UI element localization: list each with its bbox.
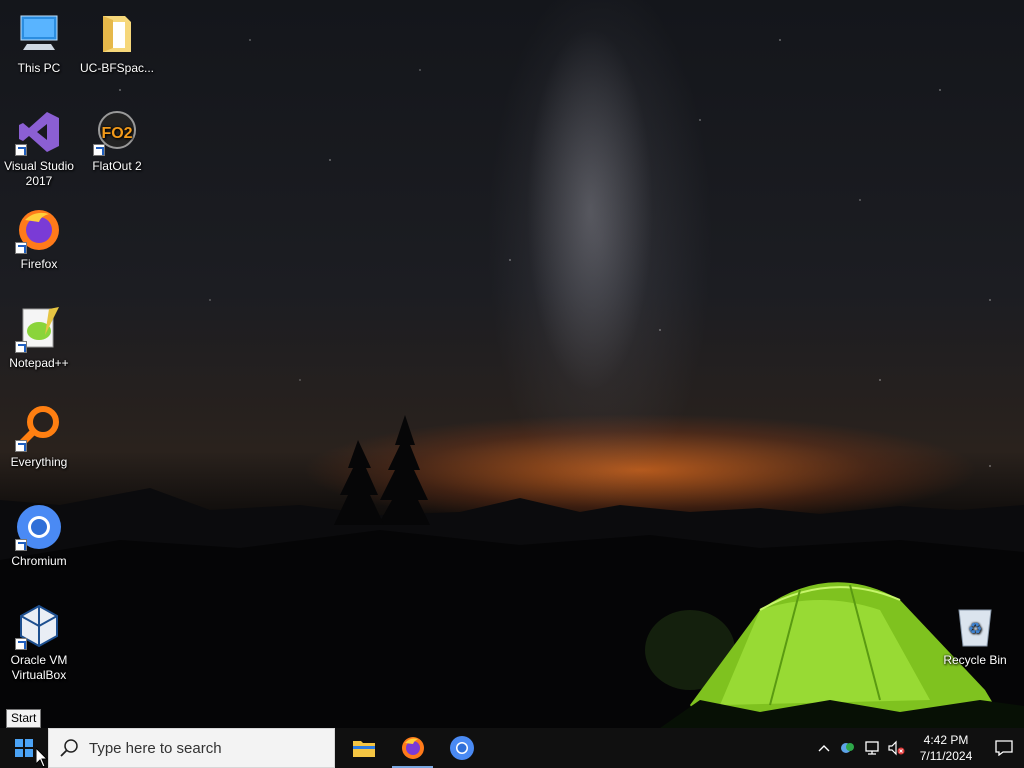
taskbar-chromium[interactable] — [437, 728, 486, 768]
show-hidden-icons-button[interactable] — [812, 728, 836, 768]
start-tooltip: Start — [6, 709, 42, 728]
computer-icon — [15, 10, 63, 58]
taskbar-pinned-apps — [339, 728, 486, 768]
desktop-icon-label: Recycle Bin — [943, 653, 1007, 667]
tray-network[interactable] — [860, 728, 884, 768]
chevron-up-icon — [818, 745, 830, 752]
desktop-icon-virtualbox[interactable]: Oracle VM VirtualBox — [0, 602, 78, 683]
desktop-icon-label: UC-BFSpac... — [79, 61, 154, 75]
mouse-cursor-icon — [36, 748, 48, 768]
desktop-icon-label: Visual Studio 2017 — [4, 159, 74, 188]
everything-search-icon — [15, 404, 63, 452]
volume-muted-icon — [888, 740, 905, 756]
tray-volume[interactable] — [884, 728, 908, 768]
taskbar-firefox[interactable] — [388, 728, 437, 768]
shortcut-arrow-icon — [93, 144, 105, 156]
shortcut-arrow-icon — [15, 638, 27, 650]
search-placeholder: Type here to search — [89, 739, 222, 757]
onedrive-icon — [841, 743, 854, 753]
notepad-plus-plus-icon — [15, 305, 63, 353]
desktop-icon-label: Chromium — [11, 554, 67, 568]
folder-icon — [93, 10, 141, 58]
desktop-icon-firefox[interactable]: Firefox — [0, 206, 78, 272]
firefox-icon — [15, 206, 63, 254]
taskbar-search-box[interactable]: Type here to search — [48, 728, 335, 768]
taskbar-file-explorer[interactable] — [339, 728, 388, 768]
chromium-icon — [449, 736, 474, 760]
firefox-icon — [401, 737, 424, 759]
svg-text:FO2: FO2 — [101, 125, 132, 142]
shortcut-arrow-icon — [15, 440, 27, 452]
desktop-icon-flatout[interactable]: FO2 FlatOut 2 — [78, 108, 156, 174]
shortcut-arrow-icon — [15, 144, 27, 156]
shortcut-arrow-icon — [15, 341, 27, 353]
recycle-bin-icon: ♻ — [951, 602, 999, 650]
desktop-icon-label: Firefox — [20, 257, 58, 271]
tray-onedrive[interactable] — [836, 728, 860, 768]
search-icon — [60, 739, 78, 757]
clock-time: 4:42 PM — [923, 733, 969, 747]
virtualbox-icon — [15, 602, 63, 650]
network-icon — [865, 741, 879, 755]
notification-icon — [995, 740, 1013, 756]
windows-logo-icon — [15, 739, 33, 757]
clock-date: 7/11/2024 — [919, 749, 973, 763]
desktop-icon-recycle-bin[interactable]: ♻ Recycle Bin — [936, 602, 1014, 668]
system-tray: 4:42 PM 7/11/2024 — [812, 728, 1024, 768]
visual-studio-icon — [15, 108, 63, 156]
desktop-icon-label: FlatOut 2 — [92, 159, 142, 173]
chromium-icon — [15, 503, 63, 551]
taskbar-clock[interactable]: 4:42 PM 7/11/2024 — [908, 732, 984, 764]
desktop-icon-this-pc[interactable]: This PC — [0, 10, 78, 76]
taskbar: Type here to search 4:42 PM 7/11/2024 — [0, 728, 1024, 768]
desktop-icon-label: Notepad++ — [9, 356, 69, 370]
shortcut-arrow-icon — [15, 242, 27, 254]
action-center-button[interactable] — [984, 740, 1024, 756]
file-explorer-icon — [352, 741, 375, 757]
desktop-icon-chromium[interactable]: Chromium — [0, 503, 78, 569]
desktop-icon-label: Everything — [10, 455, 68, 469]
svg-text:♻: ♻ — [968, 619, 982, 638]
desktop-icon-visual-studio[interactable]: Visual Studio 2017 — [0, 108, 78, 189]
shortcut-arrow-icon — [15, 539, 27, 551]
desktop-icon-everything[interactable]: Everything — [0, 404, 78, 470]
flatout-icon: FO2 — [93, 108, 141, 156]
desktop-icon-notepad-plus-plus[interactable]: Notepad++ — [0, 305, 78, 371]
desktop-icon-folder[interactable]: UC-BFSpac... — [78, 10, 156, 76]
desktop-icon-label: Oracle VM VirtualBox — [10, 653, 68, 682]
desktop-icon-label: This PC — [17, 61, 61, 75]
